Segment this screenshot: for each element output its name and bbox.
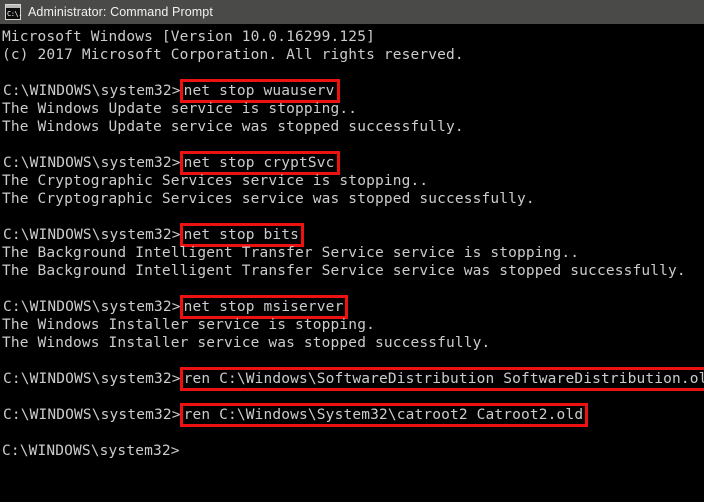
- command-line: C:\WINDOWS\system32> net stop cryptSvc: [1, 151, 704, 175]
- command-output-line: The Windows Update service is stopping..: [2, 101, 358, 117]
- command-prompt-path: C:\WINDOWS\system32>: [3, 155, 181, 171]
- banner-line: (c) 2017 Microsoft Corporation. All righ…: [2, 47, 464, 63]
- command-prompt-icon-glyph: C:\.: [7, 10, 22, 18]
- command-prompt-path: C:\WINDOWS\system32>: [3, 83, 181, 99]
- command-output-line: The Windows Update service was stopped s…: [2, 119, 464, 135]
- command-output-line: The Background Intelligent Transfer Serv…: [2, 245, 580, 261]
- command-prompt-icon: C:\.: [5, 4, 22, 20]
- command-line: C:\WINDOWS\system32> ren C:\Windows\Syste…: [1, 403, 704, 427]
- command-prompt-path: C:\WINDOWS\system32>: [3, 407, 181, 423]
- title-bar[interactable]: C:\. Administrator: Command Prompt: [0, 0, 704, 24]
- final-prompt-line[interactable]: C:\WINDOWS\system32>: [1, 442, 704, 460]
- command-prompt-path: C:\WINDOWS\system32>: [3, 371, 181, 387]
- command-output-line: The Windows Installer service is stoppin…: [2, 317, 375, 333]
- command-prompt-window: C:\. Administrator: Command Prompt Micro…: [0, 0, 704, 502]
- command-output-line: The Cryptographic Services service is st…: [2, 173, 429, 189]
- command-prompt-path: C:\WINDOWS\system32>: [3, 227, 181, 243]
- command-line: C:\WINDOWS\system32> net stop wuauserv: [1, 79, 704, 103]
- command-line: C:\WINDOWS\system32> net stop bits: [1, 223, 704, 247]
- console-output-area[interactable]: Microsoft Windows [Version 10.0.16299.12…: [0, 24, 704, 502]
- banner-line: Microsoft Windows [Version 10.0.16299.12…: [2, 29, 375, 45]
- command-prompt-path: C:\WINDOWS\system32>: [3, 299, 181, 315]
- command-line: C:\WINDOWS\system32> ren C:\Windows\Softw…: [1, 367, 704, 391]
- window-title: Administrator: Command Prompt: [28, 5, 213, 19]
- command-line: C:\WINDOWS\system32> net stop msiserver: [1, 295, 704, 319]
- command-output-line: The Windows Installer service was stoppe…: [2, 335, 491, 351]
- command-output-line: The Background Intelligent Transfer Serv…: [2, 263, 686, 279]
- command-output-line: The Cryptographic Services service was s…: [2, 191, 535, 207]
